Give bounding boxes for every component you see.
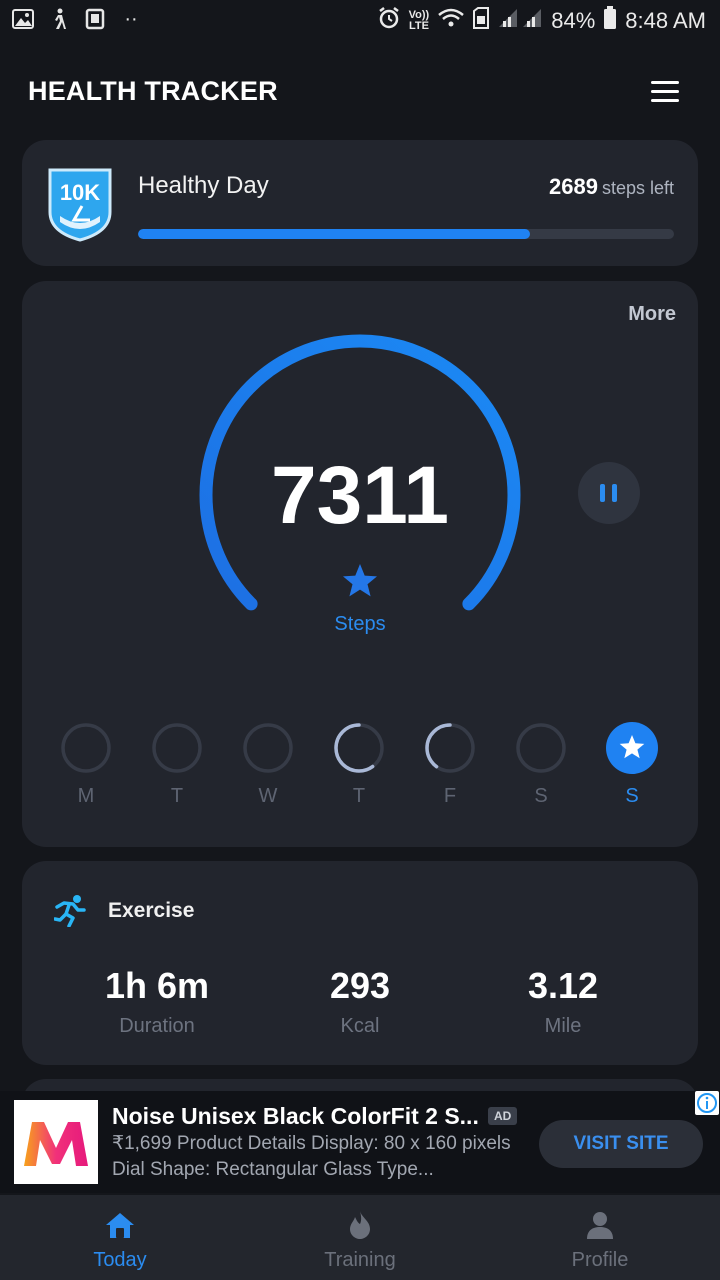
nav-profile-label: Profile — [571, 1249, 629, 1271]
pause-icon — [612, 484, 617, 502]
10k-badge-icon: 10K — [46, 166, 114, 242]
day-ring[interactable]: T — [150, 717, 204, 807]
page-title: HEALTH TRACKER — [28, 76, 278, 106]
weekly-progress: MTWTFSS — [22, 717, 698, 817]
system-icons: Vo)) LTE 84% 8:48 AM — [377, 6, 706, 36]
nav-profile[interactable]: Profile — [480, 1195, 720, 1280]
battery-icon — [603, 6, 617, 36]
ad-description[interactable]: ₹1,699 Product Details Display: 80 x 160… — [112, 1131, 524, 1183]
screenshot-icon — [84, 8, 106, 30]
nav-training[interactable]: Training — [240, 1195, 480, 1280]
steps-left-label: steps left — [601, 178, 674, 198]
ad-title[interactable]: Noise Unisex Black ColorFit 2 S... — [112, 1103, 479, 1130]
steps-card: More 7311 Steps MTWTFSS — [22, 281, 698, 847]
kcal-value: 293 — [329, 965, 391, 1006]
nav-training-label: Training — [324, 1249, 396, 1271]
day-progress-ring — [425, 723, 475, 773]
person-icon — [587, 1212, 613, 1239]
duration-stat: 1h 6m Duration — [57, 965, 257, 1038]
running-icon — [54, 895, 86, 927]
day-label: S — [625, 785, 639, 807]
ad-badge: AD — [488, 1107, 518, 1125]
ad-info-icon[interactable] — [695, 1091, 719, 1115]
day-label: T — [170, 785, 184, 807]
myntra-logo-icon[interactable] — [14, 1100, 98, 1184]
menu-line-icon — [651, 90, 679, 93]
steps-left-value: 2689 — [549, 174, 598, 199]
signal-icon — [497, 7, 543, 35]
day-ring[interactable]: F — [423, 717, 477, 807]
menu-line-icon — [651, 99, 679, 102]
clock: 8:48 AM — [625, 8, 706, 33]
kcal-label: Kcal — [340, 1015, 380, 1037]
hamburger-menu-button[interactable] — [646, 78, 684, 106]
alarm-icon — [377, 6, 401, 36]
day-progress-ring — [152, 723, 202, 773]
duration-label: Duration — [119, 1015, 195, 1037]
day-ring[interactable]: T — [332, 717, 386, 807]
visit-site-button[interactable]: VISIT SITE — [539, 1120, 703, 1168]
daily-goal-card[interactable]: 10K Healthy Day 2689 steps left — [22, 140, 698, 266]
star-icon — [343, 564, 377, 597]
badge-label: 10K — [60, 180, 100, 205]
day-progress-ring — [243, 723, 293, 773]
day-progress-ring — [334, 723, 384, 773]
steps-left: 2689 steps left — [549, 174, 674, 200]
notification-icons: ·· — [12, 8, 142, 30]
goal-name: Healthy Day — [138, 172, 269, 199]
day-progress-ring — [606, 722, 658, 774]
day-label: W — [258, 785, 278, 807]
day-label: F — [443, 785, 457, 807]
nav-today[interactable]: Today — [0, 1195, 240, 1280]
gallery-icon — [12, 8, 34, 30]
day-progress-ring — [61, 723, 111, 773]
day-label: S — [534, 785, 548, 807]
exercise-title: Exercise — [108, 899, 195, 922]
day-label: M — [77, 785, 95, 807]
status-bar: ·· Vo)) LTE 84% 8:48 AM — [0, 0, 720, 44]
duration-value: 1h 6m — [104, 965, 210, 1006]
volte-indicator: Vo)) LTE — [408, 9, 430, 32]
battery-text: 84% — [551, 8, 596, 33]
distance-label: Mile — [544, 1015, 582, 1037]
app-screen: ·· Vo)) LTE 84% 8:48 AM HEALTH TRACKER 1… — [0, 0, 720, 1280]
flame-icon — [350, 1211, 370, 1239]
goal-progress-fill — [138, 229, 530, 239]
day-ring[interactable]: M — [59, 717, 113, 807]
pause-button[interactable] — [578, 462, 640, 524]
distance-stat: 3.12 Mile — [463, 965, 663, 1038]
more-notifications-icon: ·· — [124, 7, 138, 30]
kcal-stat: 293 Kcal — [260, 965, 460, 1038]
day-ring[interactable]: W — [241, 717, 295, 807]
wifi-icon — [437, 7, 465, 35]
sim-icon — [473, 7, 490, 35]
goal-progress-bar — [138, 229, 674, 239]
exercise-card[interactable]: Exercise 1h 6m Duration 293 Kcal 3.12 Mi… — [22, 861, 698, 1065]
nav-today-label: Today — [93, 1249, 147, 1271]
steps-label: Steps — [334, 613, 386, 635]
distance-value: 3.12 — [527, 965, 599, 1006]
day-label: T — [352, 785, 366, 807]
day-ring[interactable]: S — [514, 717, 568, 807]
ad-banner[interactable]: Noise Unisex Black ColorFit 2 S... AD ₹1… — [0, 1091, 720, 1193]
home-icon — [106, 1213, 134, 1238]
pause-icon — [600, 484, 605, 502]
day-ring[interactable]: S — [605, 717, 659, 807]
walking-icon — [48, 8, 70, 30]
day-progress-ring — [516, 723, 566, 773]
bottom-navigation: Today Training Profile — [0, 1195, 720, 1280]
menu-line-icon — [651, 81, 679, 84]
